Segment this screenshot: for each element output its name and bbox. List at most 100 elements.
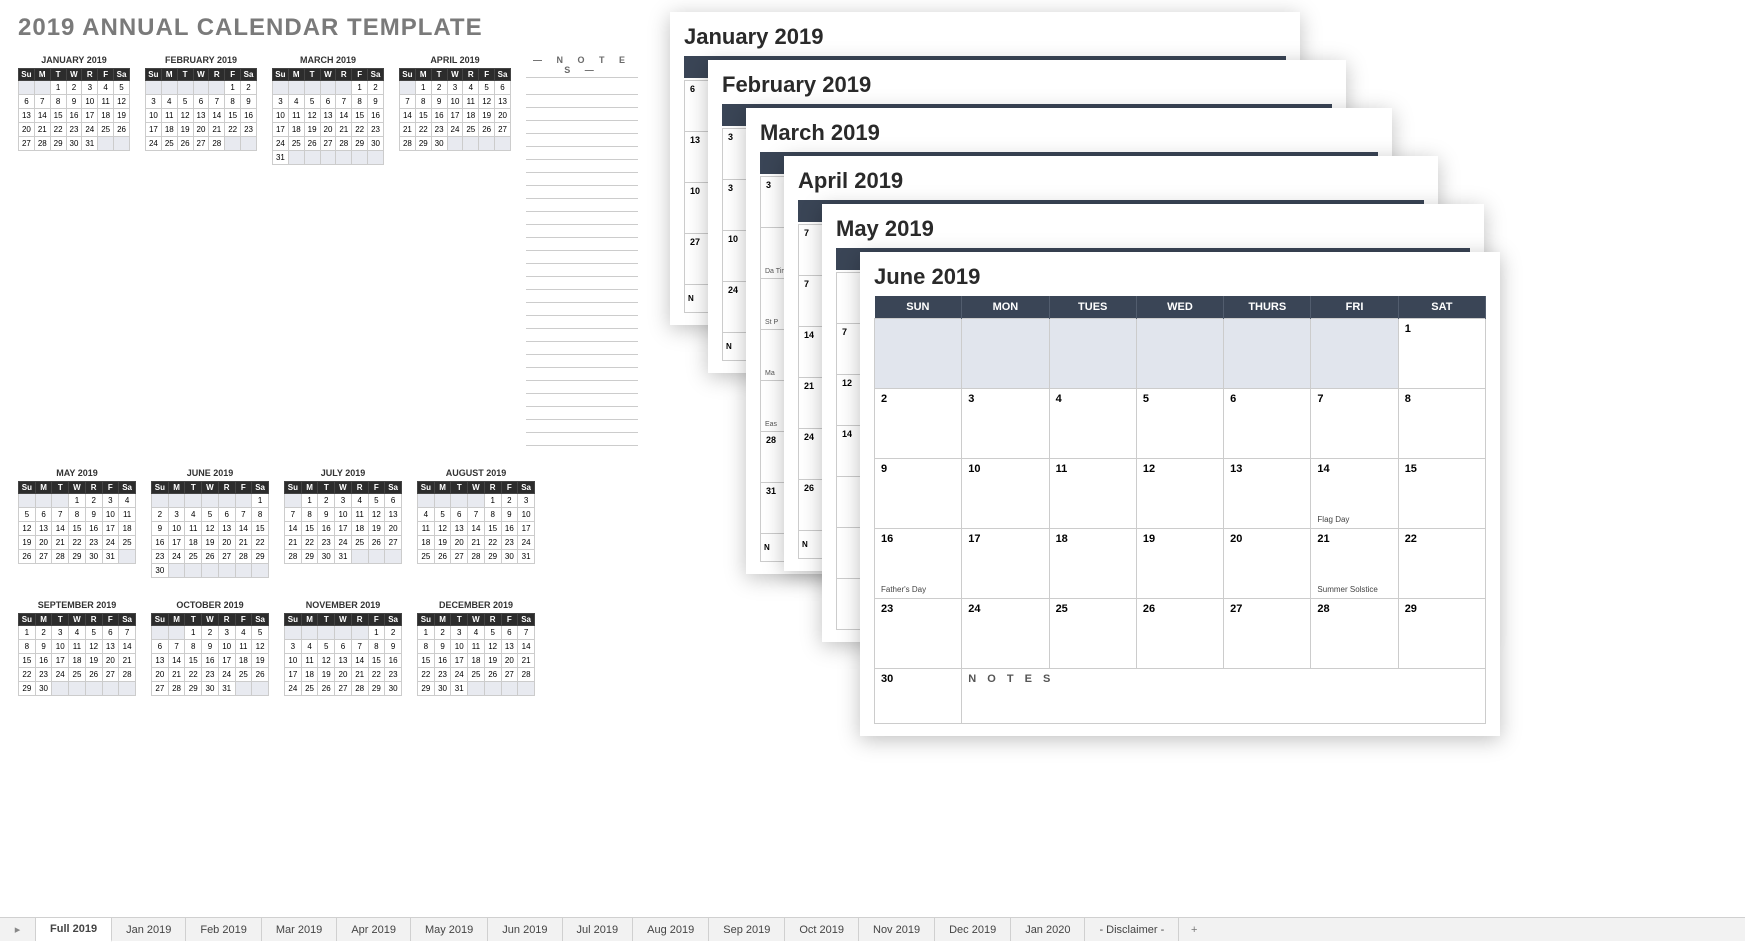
note-line[interactable] <box>526 82 638 95</box>
note-line[interactable] <box>526 134 638 147</box>
note-line[interactable] <box>526 368 638 381</box>
note-line[interactable] <box>526 147 638 160</box>
note-line[interactable] <box>526 238 638 251</box>
mini-day-cell <box>352 151 368 165</box>
mini-day-cell: 23 <box>385 668 402 682</box>
sheet-tab[interactable]: May 2019 <box>411 918 488 941</box>
sheet-tab[interactable]: Nov 2019 <box>859 918 935 941</box>
mini-day-header: F <box>102 482 119 494</box>
june-day-cell[interactable]: 18 <box>1049 529 1136 599</box>
note-line[interactable] <box>526 329 638 342</box>
june-day-cell[interactable]: 21Summer Solstice <box>1311 529 1398 599</box>
note-line[interactable] <box>526 225 638 238</box>
mini-day-header: Su <box>19 482 36 494</box>
june-day-cell[interactable]: 2 <box>875 389 962 459</box>
mini-day-cell: 6 <box>451 508 468 522</box>
note-line[interactable] <box>526 212 638 225</box>
june-day-cell[interactable]: 22 <box>1398 529 1485 599</box>
sheet-tabs-bar: ▸ Full 2019Jan 2019Feb 2019Mar 2019Apr 2… <box>0 917 1745 941</box>
mini-day-cell: 16 <box>66 109 82 123</box>
june-day-cell[interactable] <box>1311 319 1398 389</box>
mini-day-header: Sa <box>518 614 535 626</box>
note-line[interactable] <box>526 394 638 407</box>
june-day-cell[interactable]: 19 <box>1136 529 1223 599</box>
june-day-cell[interactable]: 20 <box>1224 529 1311 599</box>
note-line[interactable] <box>526 277 638 290</box>
june-day-cell[interactable]: 17 <box>962 529 1049 599</box>
june-day-cell[interactable]: 5 <box>1136 389 1223 459</box>
mini-day-cell: 3 <box>451 626 468 640</box>
note-line[interactable] <box>526 173 638 186</box>
june-day-cell[interactable]: 26 <box>1136 599 1223 669</box>
sheet-tab[interactable]: Apr 2019 <box>337 918 411 941</box>
note-line[interactable] <box>526 95 638 108</box>
june-day-cell[interactable]: 4 <box>1049 389 1136 459</box>
note-line[interactable] <box>526 199 638 212</box>
june-day-cell[interactable]: 14Flag Day <box>1311 459 1398 529</box>
june-day-cell[interactable] <box>962 319 1049 389</box>
note-line[interactable] <box>526 303 638 316</box>
note-line[interactable] <box>526 264 638 277</box>
note-line[interactable] <box>526 342 638 355</box>
note-line[interactable] <box>526 355 638 368</box>
june-day-cell[interactable]: 10 <box>962 459 1049 529</box>
june-day-cell[interactable] <box>875 319 962 389</box>
june-day-cell[interactable] <box>1224 319 1311 389</box>
note-line[interactable] <box>526 108 638 121</box>
note-line[interactable] <box>526 186 638 199</box>
sheet-tab[interactable]: Aug 2019 <box>633 918 709 941</box>
june-day-cell[interactable]: 9 <box>875 459 962 529</box>
june-day-cell[interactable]: 23 <box>875 599 962 669</box>
note-line[interactable] <box>526 251 638 264</box>
note-line[interactable] <box>526 407 638 420</box>
note-line[interactable] <box>526 316 638 329</box>
sheet-tab[interactable]: Oct 2019 <box>785 918 859 941</box>
june-day-cell[interactable]: 29 <box>1398 599 1485 669</box>
sheet-tab[interactable]: Feb 2019 <box>186 918 261 941</box>
mini-month: FEBRUARY 2019SuMTWRFSa123456789101112131… <box>145 55 257 446</box>
note-line[interactable] <box>526 433 638 446</box>
note-line[interactable] <box>526 290 638 303</box>
june-day-cell[interactable]: 13 <box>1224 459 1311 529</box>
june-day-cell[interactable] <box>1136 319 1223 389</box>
june-day-cell[interactable]: 6 <box>1224 389 1311 459</box>
june-day-cell[interactable]: 25 <box>1049 599 1136 669</box>
sheet-tab[interactable]: Jun 2019 <box>488 918 562 941</box>
june-day-cell[interactable]: 27 <box>1224 599 1311 669</box>
june-day-cell[interactable]: 8 <box>1398 389 1485 459</box>
sheet-tab[interactable]: Dec 2019 <box>935 918 1011 941</box>
sheet-tab[interactable]: Mar 2019 <box>262 918 337 941</box>
june-day-cell[interactable]: 24 <box>962 599 1049 669</box>
june-day-cell[interactable]: 12 <box>1136 459 1223 529</box>
note-line[interactable] <box>526 381 638 394</box>
sheet-tab[interactable]: Sep 2019 <box>709 918 785 941</box>
june-day-cell[interactable]: 11 <box>1049 459 1136 529</box>
note-line[interactable] <box>526 160 638 173</box>
mini-day-header: R <box>351 482 368 494</box>
june-day-cell[interactable]: 1 <box>1398 319 1485 389</box>
mini-day-cell: 24 <box>168 550 185 564</box>
mini-day-cell: 16 <box>368 109 384 123</box>
june-day-cell[interactable]: 15 <box>1398 459 1485 529</box>
tab-scroll-handle[interactable]: ▸ <box>0 918 36 941</box>
june-day-cell[interactable]: 16Father's Day <box>875 529 962 599</box>
add-sheet-button[interactable]: + <box>1179 918 1209 941</box>
june-day-cell[interactable]: 28 <box>1311 599 1398 669</box>
mini-day-cell: 28 <box>400 137 416 151</box>
sheet-tab[interactable]: Full 2019 <box>36 918 112 942</box>
note-line[interactable] <box>526 420 638 433</box>
mini-day-cell: 30 <box>202 682 219 696</box>
sheet-tab[interactable]: Jan 2020 <box>1011 918 1085 941</box>
june-day-cell[interactable] <box>1049 319 1136 389</box>
june-day-cell[interactable]: 3 <box>962 389 1049 459</box>
sheet-tab[interactable]: Jul 2019 <box>563 918 634 941</box>
mini-day-cell: 21 <box>209 123 225 137</box>
sheet-tab[interactable]: - Disclaimer - <box>1085 918 1179 941</box>
sheet-tab[interactable]: Jan 2019 <box>112 918 186 941</box>
june-day-cell[interactable]: 30 <box>875 669 962 724</box>
mini-day-cell <box>400 81 416 95</box>
note-line[interactable] <box>526 121 638 134</box>
june-notes-area[interactable]: N O T E S <box>962 669 1486 724</box>
june-day-cell[interactable]: 7 <box>1311 389 1398 459</box>
mini-day-cell: 12 <box>202 522 219 536</box>
